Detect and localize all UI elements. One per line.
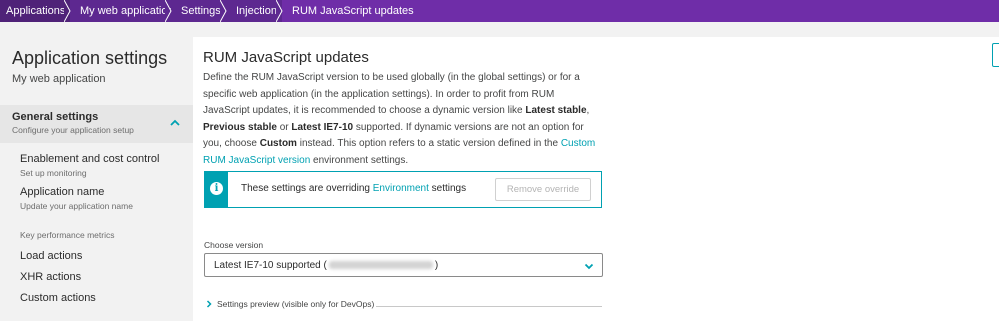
sidebar-item-description: Set up monitoring [20, 168, 87, 178]
chevron-right-icon [206, 300, 212, 308]
chevron-up-icon[interactable] [169, 117, 181, 129]
notice-text: These settings are overriding Environmen… [241, 183, 467, 194]
breadcrumb-label: Applications [6, 5, 66, 17]
sidebar-item-application-name[interactable]: Application name [20, 186, 104, 198]
breadcrumb-injection[interactable]: Injection [226, 0, 283, 22]
breadcrumb-separator-icon [220, 0, 227, 22]
page-description: Define the RUM JavaScript version to be … [203, 72, 596, 166]
breadcrumb-my-web-application[interactable]: My web application [70, 0, 174, 22]
environment-link[interactable]: Environment [373, 183, 429, 194]
info-icon: i [210, 182, 223, 195]
version-label: Choose version [204, 240, 264, 250]
divider [376, 305, 603, 307]
breadcrumb-separator-icon [165, 0, 172, 22]
breadcrumb: Applications My web application Settings… [0, 0, 999, 22]
settings-preview-toggle[interactable]: Settings preview (visible only for DevOp… [205, 299, 603, 309]
settings-preview-label: Settings preview (visible only for DevOp… [217, 299, 375, 309]
sidebar-item-description: Update your application name [20, 201, 133, 211]
sidebar-section-description: Configure your application setup [12, 125, 134, 135]
breadcrumb-separator-icon [64, 0, 71, 22]
remove-override-button[interactable]: Remove override [495, 178, 591, 201]
breadcrumb-label: Settings [181, 5, 221, 17]
version-select-value: Latest IE7-10 supported () [214, 260, 439, 271]
breadcrumb-label: RUM JavaScript updates [292, 5, 414, 17]
main-panel: RUM JavaScript updates Define the RUM Ja… [193, 37, 999, 321]
redacted-version [328, 261, 433, 270]
breadcrumb-settings[interactable]: Settings [171, 0, 227, 22]
override-notice: i These settings are overriding Environm… [204, 171, 602, 208]
breadcrumb-applications[interactable]: Applications [0, 0, 71, 22]
sidebar-section-general[interactable]: General settings Configure your applicat… [0, 105, 193, 143]
page-title: RUM JavaScript updates [203, 49, 369, 66]
breadcrumb-label: My web application [80, 5, 174, 17]
sidebar: Application settings My web application … [0, 22, 193, 321]
chevron-down-icon [584, 263, 594, 270]
sidebar-item-enablement[interactable]: Enablement and cost control [20, 153, 159, 165]
notice-accent-bar: i [205, 172, 228, 207]
sidebar-heading-metrics: Key performance metrics [20, 230, 115, 240]
edge-panel-button[interactable] [992, 43, 999, 67]
breadcrumb-current: RUM JavaScript updates [282, 0, 424, 22]
sidebar-item-load-actions[interactable]: Load actions [20, 250, 82, 262]
sidebar-item-xhr-actions[interactable]: XHR actions [20, 271, 81, 283]
sidebar-section-label: General settings [12, 111, 99, 123]
sidebar-subtitle: My web application [12, 73, 106, 85]
breadcrumb-label: Injection [236, 5, 277, 17]
sidebar-item-custom-actions[interactable]: Custom actions [20, 292, 96, 304]
sidebar-title: Application settings [12, 48, 168, 68]
version-select[interactable]: Latest IE7-10 supported () [204, 253, 603, 277]
breadcrumb-separator-icon [276, 0, 283, 22]
